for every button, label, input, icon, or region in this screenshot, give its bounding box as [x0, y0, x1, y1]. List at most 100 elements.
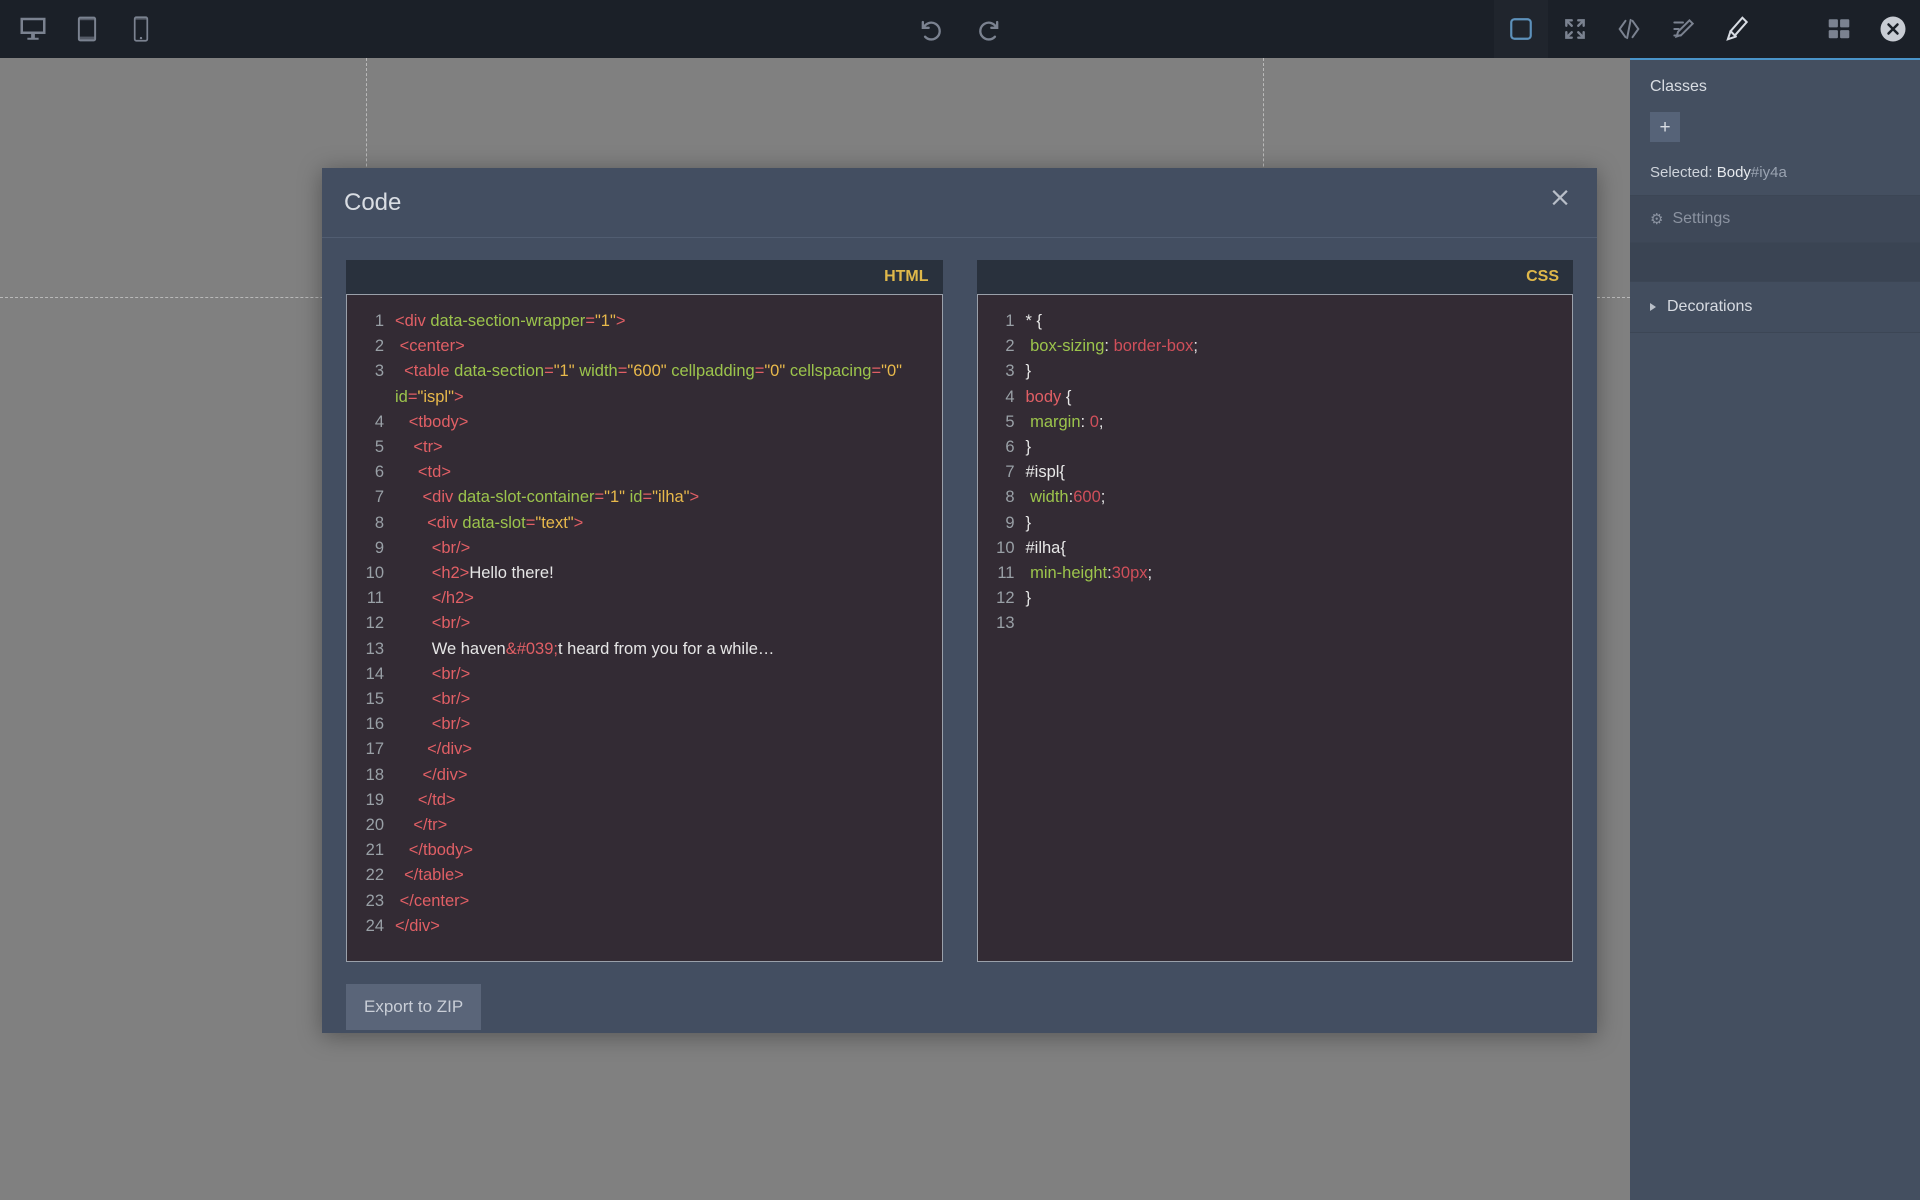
- line-number: 2: [978, 334, 1026, 359]
- mobile-device-icon[interactable]: [114, 0, 168, 58]
- line-number: 7: [978, 460, 1026, 485]
- code-line-text: box-sizing: border-box;: [1026, 334, 1208, 359]
- line-number: 12: [978, 586, 1026, 611]
- selected-value: Body: [1717, 164, 1751, 181]
- code-line-text: </td>: [395, 788, 466, 813]
- line-number: 22: [347, 863, 395, 888]
- code-line: 13 We haven&#039;t heard from you for a …: [347, 637, 942, 662]
- code-line-text: <div data-slot-container="1" id="ilha">: [395, 485, 709, 510]
- redo-icon[interactable]: [960, 0, 1018, 58]
- line-number: 21: [347, 838, 395, 863]
- code-line-text: <div data-slot="text">: [395, 511, 593, 536]
- code-line-text: <br/>: [395, 712, 480, 737]
- blocks-grid-icon[interactable]: [1812, 0, 1866, 58]
- code-line: 7#ispl{: [978, 460, 1573, 485]
- code-line: 4 <tbody>: [347, 410, 942, 435]
- code-line-text: </table>: [395, 863, 474, 888]
- borders-visibility-icon[interactable]: [1494, 0, 1548, 58]
- line-number: 3: [978, 359, 1026, 384]
- fullscreen-icon[interactable]: [1548, 0, 1602, 58]
- code-line-text: </div>: [395, 737, 482, 762]
- html-code-panel: HTML 1<div data-section-wrapper="1">2 <c…: [346, 260, 943, 962]
- code-line: 1<div data-section-wrapper="1">: [347, 309, 942, 334]
- tablet-device-icon[interactable]: [60, 0, 114, 58]
- css-panel-label: CSS: [977, 260, 1574, 294]
- device-switcher-group: [0, 0, 168, 58]
- top-toolbar: [0, 0, 1920, 58]
- line-number: 5: [978, 410, 1026, 435]
- code-line: 10 <h2>Hello there!: [347, 561, 942, 586]
- code-line: 5 margin: 0;: [978, 410, 1573, 435]
- code-line: 9}: [978, 511, 1573, 536]
- code-line: 20 </tr>: [347, 813, 942, 838]
- code-line: 19 </td>: [347, 788, 942, 813]
- code-line-text: }: [1026, 359, 1042, 384]
- add-class-button[interactable]: +: [1650, 112, 1680, 142]
- line-number: 1: [978, 309, 1026, 334]
- code-line-text: }: [1026, 511, 1042, 536]
- code-line: 3}: [978, 359, 1573, 384]
- code-line-text: min-height:30px;: [1026, 561, 1163, 586]
- code-line: 16 <br/>: [347, 712, 942, 737]
- code-line: 18 </div>: [347, 763, 942, 788]
- code-line-text: <br/>: [395, 611, 480, 636]
- code-line: 24</div>: [347, 914, 942, 939]
- code-line-text: #ispl{: [1026, 460, 1075, 485]
- code-modal: Code × HTML 1<div data-section-wrapper="…: [322, 168, 1597, 1033]
- caret-right-icon: [1650, 303, 1656, 311]
- code-line-text: }: [1026, 586, 1042, 611]
- close-icon[interactable]: ×: [1545, 184, 1575, 214]
- gear-icon: ⚙: [1650, 210, 1663, 228]
- code-line: 1* {: [978, 309, 1573, 334]
- code-line: 11 min-height:30px;: [978, 561, 1573, 586]
- modal-title: Code: [322, 189, 401, 217]
- code-line-text: <h2>Hello there!: [395, 561, 564, 586]
- code-line: 2 box-sizing: border-box;: [978, 334, 1573, 359]
- sidebar-section-settings-label: Settings: [1672, 210, 1730, 228]
- tools-group: [1494, 0, 1920, 58]
- line-number: 6: [347, 460, 395, 485]
- html-code-editor[interactable]: 1<div data-section-wrapper="1">2 <center…: [346, 294, 943, 962]
- code-line-text: <table data-section="1" width="600" cell…: [395, 359, 942, 409]
- line-number: 14: [347, 662, 395, 687]
- paint-brush-icon[interactable]: [1710, 0, 1764, 58]
- code-line: 9 <br/>: [347, 536, 942, 561]
- code-line-text: </h2>: [395, 586, 484, 611]
- sidebar-section-settings[interactable]: ⚙ Settings: [1630, 195, 1920, 243]
- sidebar-section-decorations[interactable]: Decorations: [1630, 281, 1920, 333]
- undo-icon[interactable]: [902, 0, 960, 58]
- code-line: 21 </tbody>: [347, 838, 942, 863]
- code-line: 15 <br/>: [347, 687, 942, 712]
- line-number: 23: [347, 889, 395, 914]
- code-line: 2 <center>: [347, 334, 942, 359]
- code-line: 10#ilha{: [978, 536, 1573, 561]
- classes-title: Classes: [1630, 60, 1920, 106]
- code-line: 12 <br/>: [347, 611, 942, 636]
- line-number: 24: [347, 914, 395, 939]
- code-line-text: margin: 0;: [1026, 410, 1114, 435]
- line-number: 9: [347, 536, 395, 561]
- code-line-text: </div>: [395, 763, 477, 788]
- close-circle-icon[interactable]: [1866, 0, 1920, 58]
- line-number: 19: [347, 788, 395, 813]
- line-number: 8: [978, 485, 1026, 510]
- edit-icon[interactable]: [1656, 0, 1710, 58]
- code-line: 12}: [978, 586, 1573, 611]
- sidebar-spacer: [1630, 243, 1920, 281]
- export-to-zip-button[interactable]: Export to ZIP: [346, 984, 481, 1030]
- code-line-text: <center>: [395, 334, 475, 359]
- code-line-text: * {: [1026, 309, 1053, 334]
- sidebar-section-decorations-label: Decorations: [1667, 298, 1752, 316]
- code-line-text: body {: [1026, 385, 1082, 410]
- code-line-text: <br/>: [395, 536, 480, 561]
- line-number: 17: [347, 737, 395, 762]
- line-number: 5: [347, 435, 395, 460]
- line-number: 13: [347, 637, 395, 662]
- line-number: 6: [978, 435, 1026, 460]
- css-code-editor[interactable]: 1* {2 box-sizing: border-box;3}4body {5 …: [977, 294, 1574, 962]
- line-number: 8: [347, 511, 395, 536]
- code-view-icon[interactable]: [1602, 0, 1656, 58]
- desktop-device-icon[interactable]: [6, 0, 60, 58]
- code-line-text: </center>: [395, 889, 479, 914]
- code-line: 23 </center>: [347, 889, 942, 914]
